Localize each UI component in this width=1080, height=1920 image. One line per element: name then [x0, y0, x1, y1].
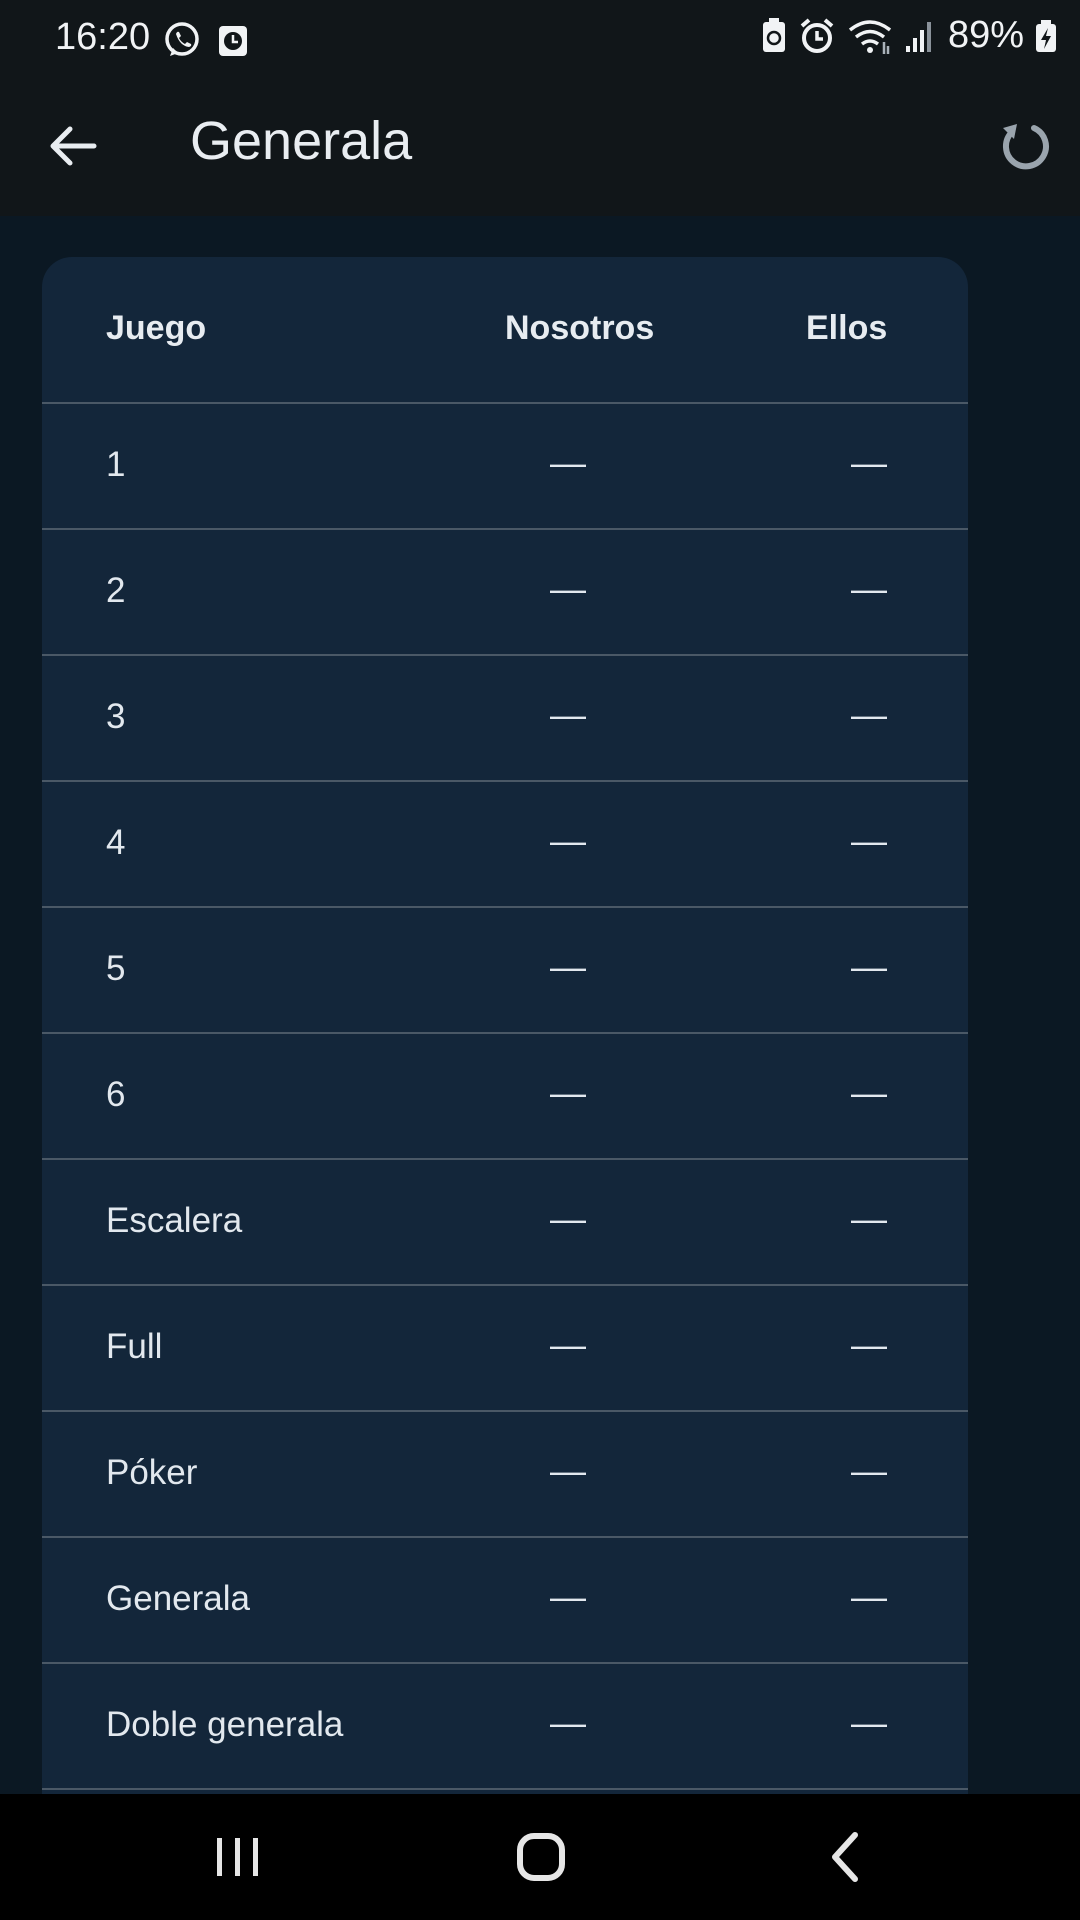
- signal-icon: [905, 21, 931, 52]
- row-game-label: Escalera: [106, 1201, 243, 1240]
- cell-nosotros[interactable]: —: [538, 820, 598, 862]
- back-button[interactable]: [42, 114, 106, 178]
- page-title: Generala: [190, 111, 413, 171]
- status-notification-icons: [162, 20, 250, 60]
- alarm-icon: [800, 17, 834, 53]
- status-time: 16:20: [55, 16, 151, 58]
- table-row: 1 — —: [42, 404, 968, 530]
- header-game: Juego: [106, 309, 207, 347]
- score-table: Juego Nosotros Ellos 1 — — 2 — — 3 — — 4…: [42, 257, 968, 1794]
- row-game-label: Generala: [106, 1579, 250, 1618]
- table-row: 5 — —: [42, 908, 968, 1034]
- refresh-icon: [1003, 124, 1049, 170]
- table-row: Doble generala — —: [42, 1664, 968, 1790]
- battery-saver-icon: [762, 17, 785, 52]
- row-game-label: 5: [106, 949, 126, 988]
- clock-app-icon: [219, 26, 247, 56]
- cell-ellos[interactable]: —: [839, 1702, 899, 1744]
- cell-nosotros[interactable]: —: [538, 946, 598, 988]
- cell-ellos[interactable]: —: [839, 568, 899, 610]
- cell-nosotros[interactable]: —: [538, 1702, 598, 1744]
- row-game-label: 6: [106, 1075, 126, 1114]
- table-row: 6 — —: [42, 1034, 968, 1160]
- cell-ellos[interactable]: —: [839, 1198, 899, 1240]
- cell-nosotros[interactable]: —: [538, 694, 598, 736]
- row-game-label: 3: [106, 697, 126, 736]
- cell-nosotros[interactable]: —: [538, 1450, 598, 1492]
- battery-charging-icon: [1036, 19, 1056, 52]
- cell-nosotros[interactable]: —: [538, 1072, 598, 1114]
- nav-back-button[interactable]: [800, 1822, 890, 1892]
- cell-nosotros[interactable]: —: [538, 1324, 598, 1366]
- whatsapp-icon: [165, 22, 199, 56]
- cell-ellos[interactable]: —: [839, 820, 899, 862]
- cell-ellos[interactable]: —: [839, 694, 899, 736]
- app-bar: Generala: [0, 80, 1080, 216]
- home-button[interactable]: [495, 1822, 585, 1892]
- header-ellos: Ellos: [806, 309, 888, 347]
- refresh-button[interactable]: [992, 114, 1058, 180]
- row-game-label: 1: [106, 445, 126, 484]
- recents-icon: [217, 1838, 258, 1876]
- row-game-label: Doble generala: [106, 1705, 344, 1744]
- home-icon: [517, 1833, 565, 1881]
- row-game-label: Póker: [106, 1453, 198, 1492]
- cell-nosotros[interactable]: —: [538, 442, 598, 484]
- battery-percent: 89%: [947, 14, 1024, 56]
- cell-ellos[interactable]: —: [839, 442, 899, 484]
- arrow-back-icon: [50, 126, 97, 166]
- cell-ellos[interactable]: —: [839, 946, 899, 988]
- table-row: 3 — —: [42, 656, 968, 782]
- cell-ellos[interactable]: —: [839, 1324, 899, 1366]
- cell-nosotros[interactable]: —: [538, 568, 598, 610]
- row-game-label: 2: [106, 571, 126, 610]
- table-row: 4 — —: [42, 782, 968, 908]
- system-nav-bar: [0, 1794, 1080, 1920]
- back-icon: [832, 1832, 858, 1882]
- table-row: Generala — —: [42, 1538, 968, 1664]
- status-system-icons: 89%: [760, 14, 1058, 57]
- cell-nosotros[interactable]: —: [538, 1576, 598, 1618]
- status-bar: 16:20 89%: [0, 0, 1080, 80]
- table-row: Escalera — —: [42, 1160, 968, 1286]
- recents-button[interactable]: [193, 1822, 283, 1892]
- table-row: Full — —: [42, 1286, 968, 1412]
- content-area: Juego Nosotros Ellos 1 — — 2 — — 3 — — 4…: [0, 216, 1080, 1794]
- row-game-label: 4: [106, 823, 126, 862]
- cell-ellos[interactable]: —: [839, 1072, 899, 1114]
- wifi-icon: [848, 19, 892, 54]
- table-row: Póker — —: [42, 1412, 968, 1538]
- table-row: 2 — —: [42, 530, 968, 656]
- cell-ellos[interactable]: —: [839, 1450, 899, 1492]
- table-header: Juego Nosotros Ellos: [42, 257, 968, 404]
- header-nosotros: Nosotros: [505, 309, 655, 347]
- cell-ellos[interactable]: —: [839, 1576, 899, 1618]
- row-game-label: Full: [106, 1327, 163, 1366]
- cell-nosotros[interactable]: —: [538, 1198, 598, 1240]
